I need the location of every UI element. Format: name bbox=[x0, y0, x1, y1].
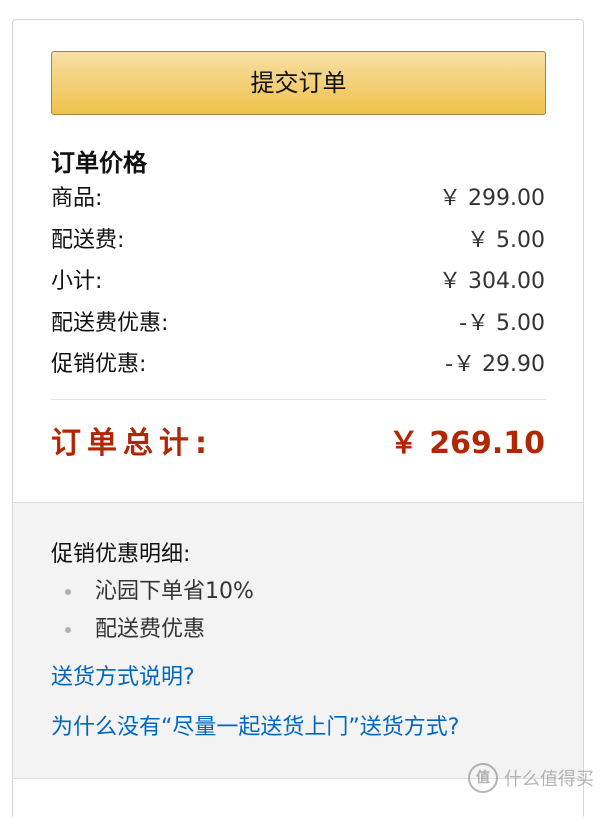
shipping-info-link[interactable]: 送货方式说明? bbox=[51, 663, 545, 693]
order-total: 订单总计: ￥ 269.10 bbox=[51, 420, 545, 461]
line-amount: ￥ 299.00 bbox=[439, 186, 545, 211]
line-amount: ￥ 304.00 bbox=[439, 269, 545, 294]
promo-item-label: 配送费优惠 bbox=[95, 617, 206, 642]
divider bbox=[51, 398, 546, 400]
promo-list: 沁园下单省10% 配送费优惠 bbox=[51, 573, 545, 649]
line-amount: ￥ 5.00 bbox=[467, 227, 545, 253]
bullet-icon bbox=[65, 589, 71, 595]
order-total-label: 订单总计: bbox=[51, 425, 213, 461]
watermark: 值 什么值得买 bbox=[468, 763, 594, 793]
watermark-text: 什么值得买 bbox=[504, 769, 594, 790]
line-item-subtotal: 小计: ￥ 304.00 bbox=[51, 261, 545, 303]
price-section-title: 订单价格 bbox=[51, 149, 147, 177]
line-label: 促销优惠: bbox=[51, 352, 147, 377]
line-item-shipping-discount: 配送费优惠: -￥ 5.00 bbox=[51, 303, 545, 345]
list-item: 配送费优惠 bbox=[65, 611, 545, 649]
line-item-shipping: 配送费: ￥ 5.00 bbox=[51, 220, 545, 262]
combined-delivery-link[interactable]: 为什么没有“尽量一起送货上门”送货方式? bbox=[51, 713, 545, 743]
promo-details-title: 促销优惠明细: bbox=[51, 542, 191, 567]
promo-item-label: 沁园下单省10% bbox=[95, 579, 254, 604]
line-amount: -￥ 5.00 bbox=[459, 310, 545, 336]
watermark-logo-icon: 值 bbox=[468, 763, 498, 793]
order-summary-card: 提交订单 订单价格 商品: ￥ 299.00 配送费: ￥ 5.00 小计: ￥… bbox=[12, 19, 584, 821]
line-label: 配送费优惠: bbox=[51, 310, 169, 336]
order-summary-top: 提交订单 订单价格 商品: ￥ 299.00 配送费: ￥ 5.00 小计: ￥… bbox=[13, 20, 583, 502]
line-label: 小计: bbox=[51, 269, 103, 294]
line-label: 配送费: bbox=[51, 227, 125, 253]
promo-details-panel: 促销优惠明细: 沁园下单省10% 配送费优惠 送货方式说明? 为什么没有“尽量一… bbox=[13, 502, 583, 778]
line-amount: -￥ 29.90 bbox=[445, 352, 545, 377]
line-item-promo-discount: 促销优惠: -￥ 29.90 bbox=[51, 344, 545, 386]
submit-order-button[interactable]: 提交订单 bbox=[51, 51, 546, 115]
order-total-amount: ￥ 269.10 bbox=[388, 425, 545, 461]
bullet-icon bbox=[65, 627, 71, 633]
line-label: 商品: bbox=[51, 186, 103, 211]
list-item: 沁园下单省10% bbox=[65, 573, 545, 611]
line-item-goods: 商品: ￥ 299.00 bbox=[51, 178, 545, 220]
